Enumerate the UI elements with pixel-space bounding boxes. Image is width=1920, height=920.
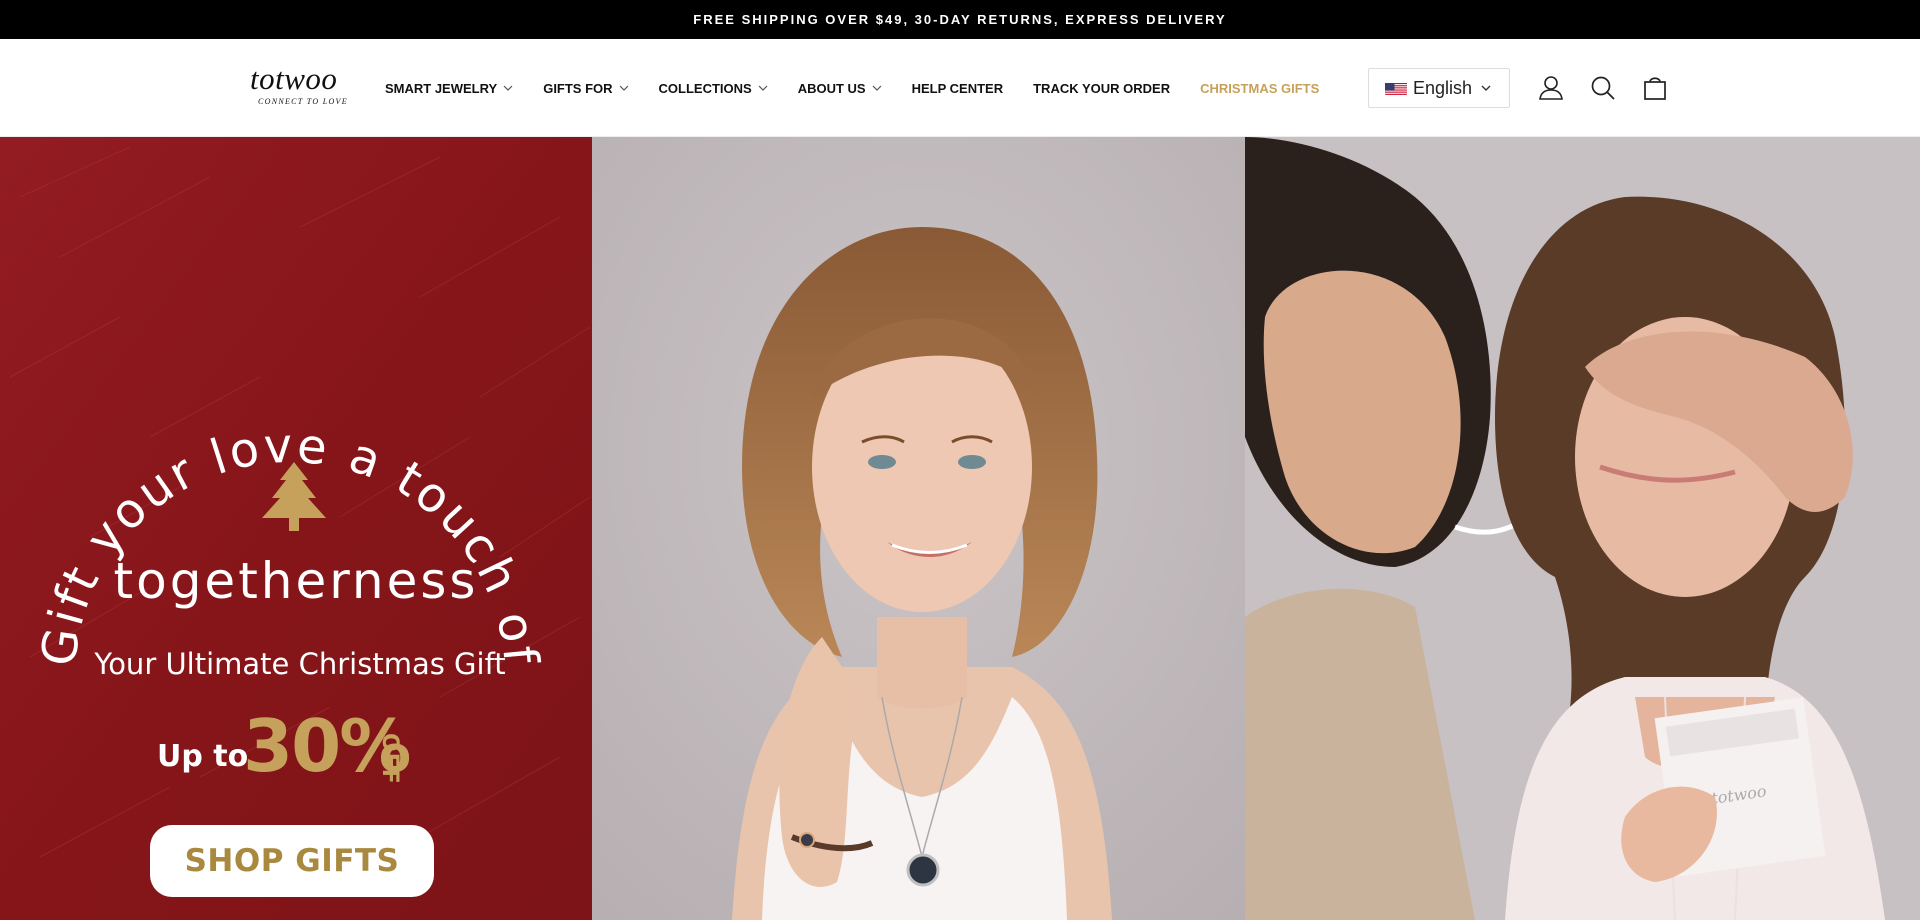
chevron-down-icon [872,85,882,91]
hero-photo-couple: totwoo [1245,137,1920,920]
nav-gifts-for[interactable]: GIFTS FOR [543,81,628,96]
hero-subheadline: Your Ultimate Christmas Gift [94,647,506,681]
nav-label: COLLECTIONS [658,80,752,96]
nav-label: ABOUT US [797,80,866,96]
nav-label: HELP CENTER [911,80,1004,96]
chevron-down-icon [1481,85,1491,91]
nav-christmas-gifts[interactable]: CHRISTMAS GIFTS [1200,81,1319,96]
christmas-tree-icon [262,462,326,531]
discount-suffix: OFF [377,733,402,785]
logo-wordmark: totwoo [250,61,338,96]
nav-help-center[interactable]: HELP CENTER [912,81,1004,96]
shop-gifts-button[interactable]: SHOP GIFTS [150,825,434,897]
us-flag-icon [1385,81,1407,95]
chevron-down-icon [758,85,768,91]
site-header: totwoo CONNECT TO LOVE SMART JEWELRY GIF… [0,39,1920,137]
hero-photo-woman [592,137,1245,920]
main-nav: SMART JEWELRY GIFTS FOR COLLECTIONS ABOU… [385,39,1349,137]
discount-prefix: Up to [157,739,249,774]
account-icon[interactable] [1536,73,1566,103]
announcement-bar: FREE SHIPPING OVER $49, 30-DAY RETURNS, … [0,0,1920,39]
logo[interactable]: totwoo CONNECT TO LOVE [250,63,350,113]
arc-text: Gift your love a touch of [40,418,546,670]
language-selector[interactable]: English [1368,68,1510,108]
language-label: English [1413,77,1473,98]
nav-about-us[interactable]: ABOUT US [798,81,882,96]
nav-label: TRACK YOUR ORDER [1033,80,1171,96]
nav-collections[interactable]: COLLECTIONS [659,81,768,96]
chevron-down-icon [619,85,628,91]
chevron-down-icon [503,85,513,91]
announcement-text: FREE SHIPPING OVER $49, 30-DAY RETURNS, … [693,12,1227,27]
hero-headline: togetherness [113,552,479,610]
nav-label: SMART JEWELRY [385,80,498,96]
nav-label: GIFTS FOR [543,80,613,96]
svg-text:Gift your love a touch of: Gift your love a touch of [40,418,549,670]
hero-promo-panel: Gift your love a touch of togetherness Y… [0,137,592,920]
nav-smart-jewelry[interactable]: SMART JEWELRY [385,81,513,96]
cart-icon[interactable] [1640,73,1670,103]
nav-track-order[interactable]: TRACK YOUR ORDER [1033,81,1170,96]
search-icon[interactable] [1588,73,1618,103]
nav-label: CHRISTMAS GIFTS [1200,80,1320,96]
logo-tagline: CONNECT TO LOVE [258,97,348,106]
